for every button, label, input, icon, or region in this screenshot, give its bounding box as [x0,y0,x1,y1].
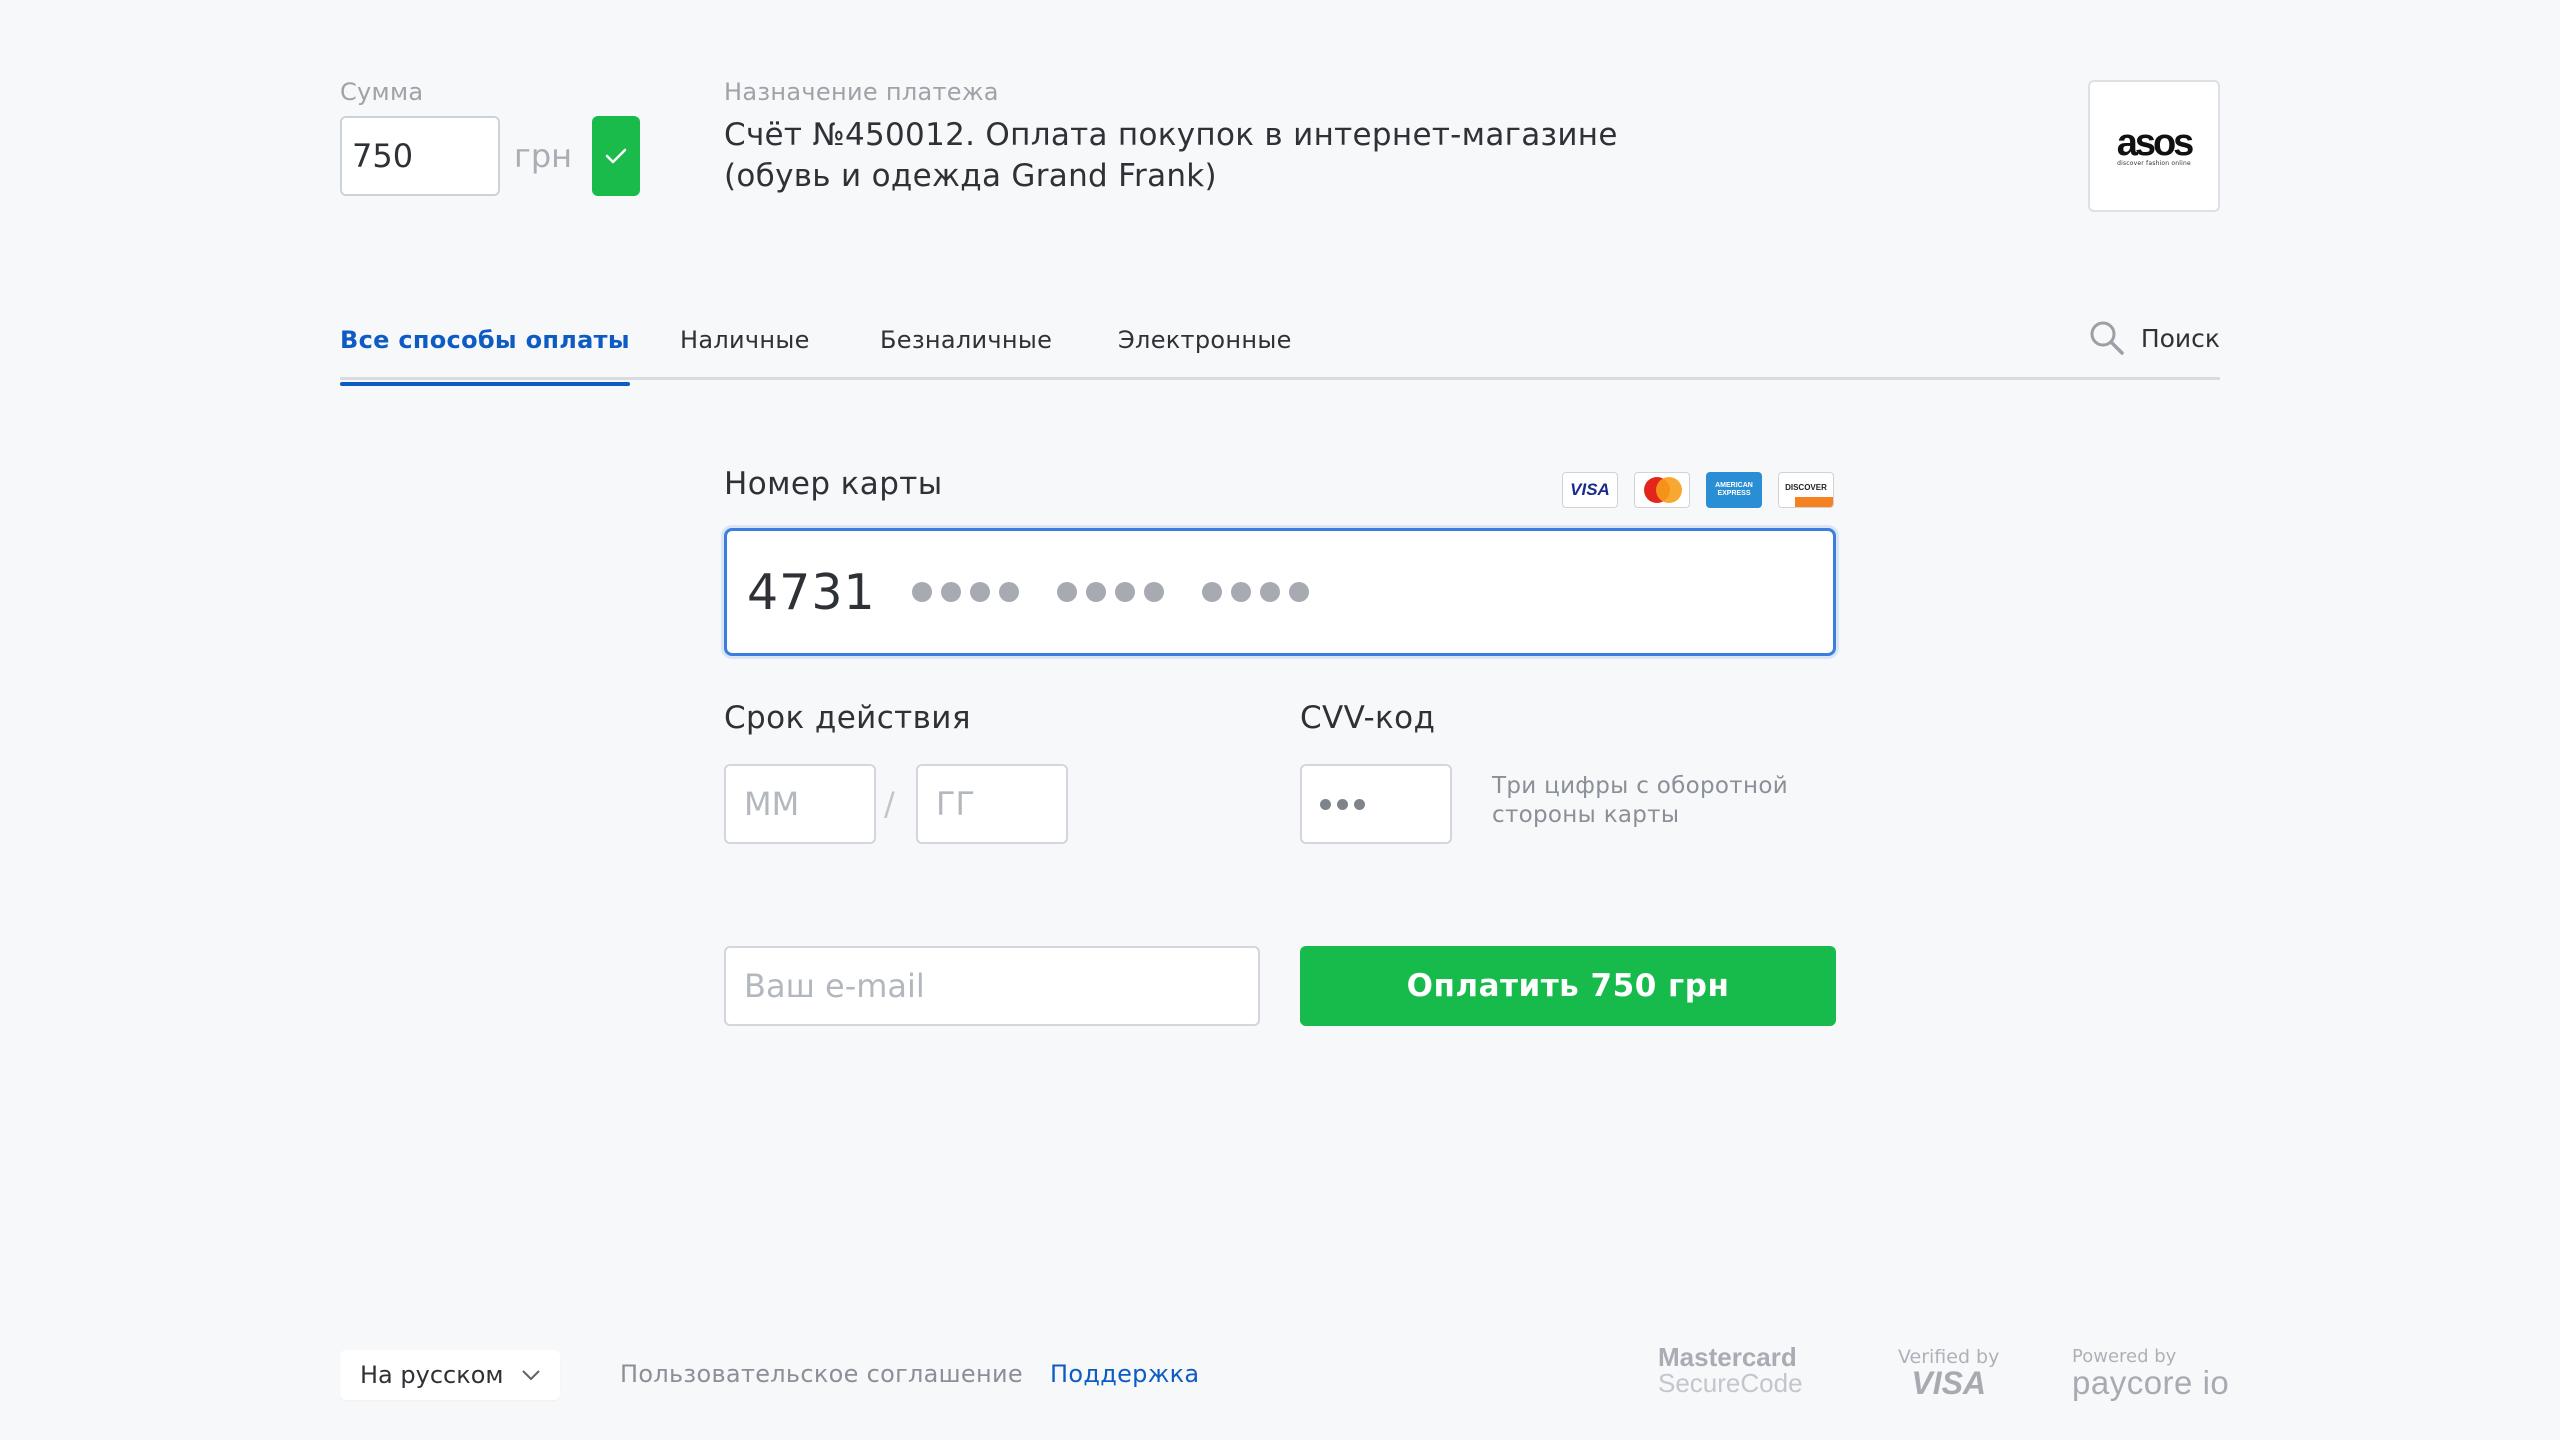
purpose-label: Назначение платежа [724,78,999,106]
purpose-line-1: Счёт №450012. Оплата покупок в интернет-… [724,117,1618,153]
user-agreement-link[interactable]: Пользовательское соглашение [620,1360,1023,1388]
masked-group-2 [1056,582,1164,602]
expiry-separator: / [884,785,895,823]
merchant-logo-word: asos [2116,121,2195,164]
tab-cash[interactable]: Наличные [680,326,810,383]
mastercard-badge-line-1: Mastercard [1658,1342,1797,1372]
chevron-down-icon [522,1370,540,1381]
mastercard-orange-circle [1656,477,1682,503]
powered-by-paycore-badge: Powered by paycore io [2072,1346,2229,1399]
cvv-hint-line-2: стороны карты [1492,802,1680,828]
language-label: На русском [360,1361,504,1389]
amount-label: Сумма [340,78,424,106]
tab-cashless[interactable]: Безналичные [880,326,1052,383]
merchant-logo: asos discover fashion online [2088,80,2220,212]
mastercard-badge-line-2: SecureCode [1658,1368,1803,1398]
currency-label: грн [514,137,573,175]
expiry-year-input[interactable]: ГГ [916,764,1068,844]
search-icon [2090,321,2124,355]
amount-row: грн [340,116,641,196]
cvv-input[interactable] [1300,764,1452,844]
card-number-digits: 4731 [747,563,876,621]
purpose-text: Счёт №450012. Оплата покупок в интернет-… [724,115,1624,197]
card-brand-logos: VISA AMERICAN EXPRESS DISCOVER [1562,472,1834,508]
expiry-month-input[interactable]: ММ [724,764,876,844]
cvv-hint-line-1: Три цифры с оборотной [1492,773,1788,799]
payment-purpose: Назначение платежа Счёт №450012. Оплата … [724,78,1624,197]
search-button[interactable]: Поиск [2089,320,2220,356]
mastercard-securecode-badge: Mastercard SecureCode [1658,1344,1803,1396]
paycore-badge-line-2: paycore io [2072,1364,2230,1401]
masked-group-3 [1201,582,1309,602]
cvv-mask [1320,798,1365,810]
mastercard-logo-icon [1634,472,1690,508]
support-link[interactable]: Поддержка [1050,1360,1199,1388]
email-input[interactable]: Ваш e-mail [724,946,1260,1026]
discover-logo-icon: DISCOVER [1778,472,1834,508]
visa-logo-icon: VISA [1562,472,1618,508]
tab-electronic[interactable]: Электронные [1118,326,1292,383]
amount-input[interactable] [340,116,500,196]
check-icon [605,148,627,164]
purpose-line-2: (обувь и одежда Grand Frank) [724,158,1217,194]
amount-section: Сумма грн [340,78,641,196]
visa-badge-line-2: VISA [1911,1365,1987,1401]
cvv-label: CVV-код [1300,700,1436,736]
search-label: Поиск [2140,323,2220,353]
merchant-logo-tagline: discover fashion online [2117,159,2191,167]
verified-by-visa-badge: Verified by VISA [1898,1346,1999,1401]
payment-method-tabs: Все способы оплаты Наличные Безналичные … [340,320,2220,386]
language-select[interactable]: На русском [340,1350,560,1400]
cvv-hint: Три цифры с оборотной стороны карты [1492,772,1822,830]
card-number-label: Номер карты [724,466,943,502]
amex-logo-icon: AMERICAN EXPRESS [1706,472,1762,508]
pay-button[interactable]: Оплатить 750 грн [1300,946,1836,1026]
confirm-amount-button[interactable] [592,116,641,196]
discover-stripe [1779,497,1833,507]
card-number-input[interactable]: 4731 [724,528,1836,656]
expiry-label: Срок действия [724,700,971,736]
tab-all-methods[interactable]: Все способы оплаты [340,326,630,386]
discover-logo-text: DISCOVER [1785,482,1827,492]
masked-group-1 [911,582,1019,602]
